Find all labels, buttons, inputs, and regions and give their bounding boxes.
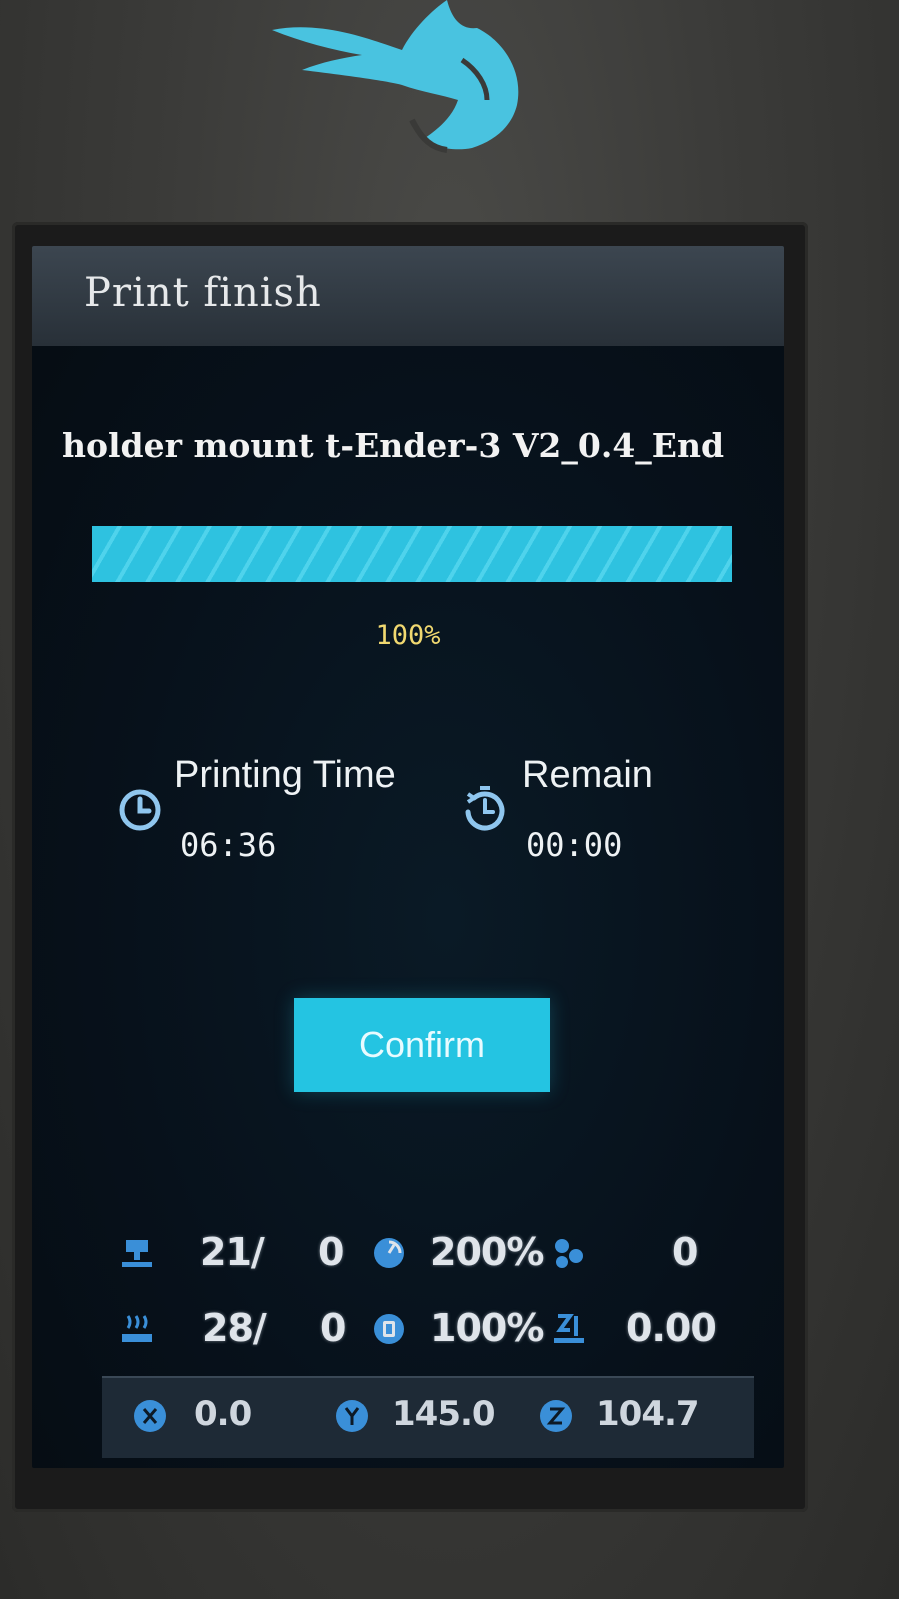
fan-icon (555, 1239, 583, 1268)
speed-value: 200% (430, 1230, 544, 1274)
z-axis-icon (540, 1400, 572, 1432)
nozzle-temp-value: 21/ (200, 1230, 265, 1274)
timer-icon (465, 786, 505, 831)
confirm-button[interactable]: Confirm (294, 998, 550, 1092)
clock-icon (119, 789, 161, 831)
progress-fill (92, 526, 732, 582)
flow-value: 100% (430, 1306, 544, 1350)
x-axis-value: 0.0 (194, 1394, 252, 1434)
axis-position-bar: 0.0 145.0 104.7 (102, 1376, 754, 1458)
z-offset-value: 0.00 (626, 1306, 717, 1350)
remain-label: Remain (522, 754, 653, 796)
z-axis-value: 104.7 (596, 1394, 700, 1434)
y-axis-value: 145.0 (392, 1394, 496, 1434)
printing-time-label: Printing Time (174, 754, 396, 796)
status-row-1: 21/ 0 200% 0 (32, 1226, 784, 1286)
lcd-screen: Print finish holder mount t-Ender-3 V2_0… (32, 246, 784, 1468)
page-title: Print finish (84, 270, 322, 316)
nozzle-temp-target: 0 (318, 1230, 344, 1274)
bed-temp-icon (122, 1315, 152, 1342)
printing-time-value: 06:36 (180, 826, 277, 864)
file-name: holder mount t-Ender-3 V2_0.4_End (62, 426, 725, 465)
bed-temp-target: 0 (320, 1306, 346, 1350)
remain-value: 00:00 (526, 826, 623, 864)
y-axis-icon (336, 1400, 368, 1432)
status-row-2: 28/ 0 100% 0.00 (32, 1302, 784, 1362)
header-bar: Print finish (32, 246, 784, 346)
z-offset-icon (554, 1314, 584, 1343)
fan-value: 0 (672, 1230, 698, 1274)
dragon-logo-icon (272, 0, 519, 153)
progress-bar (92, 526, 732, 582)
printer-casing: Print finish holder mount t-Ender-3 V2_0… (0, 0, 899, 1599)
nozzle-temp-icon (122, 1240, 152, 1267)
progress-percent: 100% (375, 620, 441, 651)
x-axis-icon (134, 1400, 166, 1432)
flow-icon (374, 1314, 404, 1344)
bed-temp-value: 28/ (202, 1306, 267, 1350)
speed-icon (374, 1238, 404, 1268)
